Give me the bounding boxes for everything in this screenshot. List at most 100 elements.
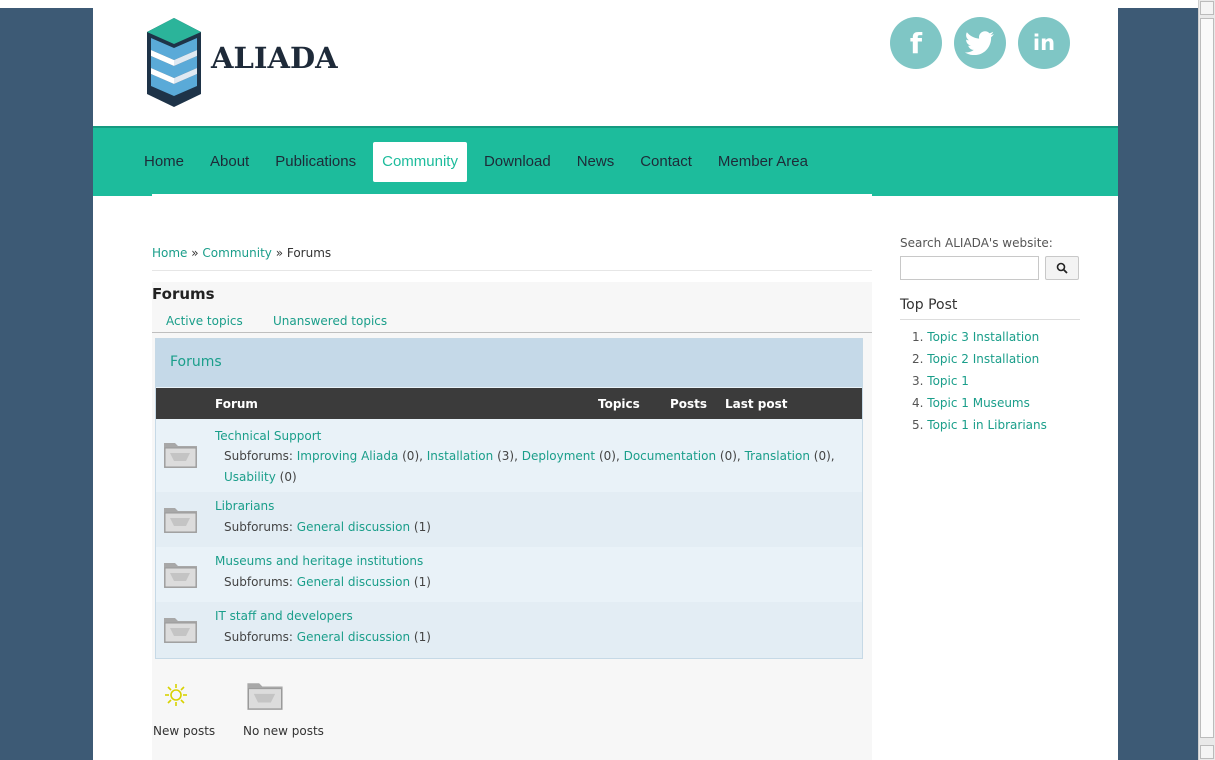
top-post-heading: Top Post xyxy=(900,297,1080,320)
top-post-number: 3. xyxy=(912,374,924,388)
top-post-link[interactable]: Topic 3 Installation xyxy=(927,330,1039,344)
social-links: f in xyxy=(890,17,1070,69)
tab-active-topics[interactable]: Active topics xyxy=(166,314,243,328)
site-name: ALIADA xyxy=(211,41,338,75)
breadcrumb-separator: » xyxy=(187,246,203,260)
top-edge xyxy=(0,0,1215,8)
nav-home[interactable]: Home xyxy=(135,142,193,182)
column-last-post: Last post xyxy=(725,397,788,411)
scroll-thumb[interactable] xyxy=(1200,18,1214,738)
subforums-list: Subforums: General discussion (1) xyxy=(224,572,864,593)
top-post-link[interactable]: Topic 1 Museums xyxy=(927,396,1030,410)
nav-community[interactable]: Community xyxy=(373,142,467,182)
search-form xyxy=(900,256,1080,280)
main-nav: Home About Publications Community Downlo… xyxy=(93,126,1118,196)
subforum-count: (1) xyxy=(413,575,431,589)
column-topics: Topics xyxy=(598,397,640,411)
subforum-count: (1) xyxy=(413,520,431,534)
subforum-link[interactable]: Translation xyxy=(745,449,810,463)
top-post-number: 5. xyxy=(912,418,924,432)
page-title: Forums xyxy=(152,285,215,303)
search-button[interactable] xyxy=(1045,256,1079,280)
scroll-up-arrow[interactable] xyxy=(1200,1,1214,15)
column-posts: Posts xyxy=(670,397,708,411)
top-post-number: 4. xyxy=(912,396,924,410)
breadcrumb-divider xyxy=(152,270,872,271)
top-post-item: 1. Topic 3 Installation xyxy=(912,326,1080,348)
subforum-link[interactable]: General discussion xyxy=(297,520,410,534)
search-label: Search ALIADA's website: xyxy=(900,236,1053,250)
top-post-link[interactable]: Topic 1 xyxy=(927,374,969,388)
forum-title-museums[interactable]: Museums and heritage institutions xyxy=(215,554,423,568)
nav-contact[interactable]: Contact xyxy=(631,142,701,182)
page-container: ALIADA f in Home About Publications Comm… xyxy=(93,8,1118,760)
site-logo[interactable]: ALIADA xyxy=(145,14,338,108)
top-post-item: 3. Topic 1 xyxy=(912,370,1080,392)
subforum-link[interactable]: Improving Aliada xyxy=(297,449,399,463)
nav-publications[interactable]: Publications xyxy=(266,142,365,182)
forum-row: Museums and heritage institutions Subfor… xyxy=(156,547,862,602)
subforums-label: Subforums: xyxy=(224,630,293,644)
no-new-posts-icon xyxy=(247,683,283,710)
sidebar: Search ALIADA's website: Top Post 1. Top… xyxy=(900,236,1080,436)
forum-row: IT staff and developers Subforums: Gener… xyxy=(156,602,862,658)
twitter-icon[interactable] xyxy=(954,17,1006,69)
top-post-list: 1. Topic 3 Installation 2. Topic 2 Insta… xyxy=(900,326,1080,436)
nav-download[interactable]: Download xyxy=(475,142,560,182)
forum-tabs: Active topics Unanswered topics xyxy=(152,314,872,333)
subforum-link[interactable]: General discussion xyxy=(297,630,410,644)
breadcrumb: Home » Community » Forums xyxy=(152,246,331,260)
forum-list-header: Forums xyxy=(156,339,862,387)
folder-icon xyxy=(164,563,197,588)
nav-member-area[interactable]: Member Area xyxy=(709,142,817,182)
subforum-count: (3) xyxy=(497,449,515,463)
top-post-link[interactable]: Topic 2 Installation xyxy=(927,352,1039,366)
twitter-bird-icon xyxy=(965,31,994,55)
forum-row: Technical Support Subforums: Improving A… xyxy=(156,420,862,492)
top-post-link[interactable]: Topic 1 in Librarians xyxy=(927,418,1047,432)
folder-icon xyxy=(164,508,197,533)
new-posts-label: New posts xyxy=(153,724,216,738)
forum-column-headers: Forum Topics Posts Last post xyxy=(156,388,862,419)
top-post-item: 5. Topic 1 in Librarians xyxy=(912,414,1080,436)
breadcrumb-community[interactable]: Community xyxy=(202,246,271,260)
search-input[interactable] xyxy=(900,256,1039,280)
breadcrumb-separator: » xyxy=(271,246,287,260)
folder-icon xyxy=(164,618,197,643)
top-post-item: 2. Topic 2 Installation xyxy=(912,348,1080,370)
subforum-count: (1) xyxy=(413,630,431,644)
forum-title-librarians[interactable]: Librarians xyxy=(215,499,274,513)
subforums-list: Subforums: Improving Aliada (0), Install… xyxy=(224,449,835,484)
top-post-item: 4. Topic 1 Museums xyxy=(912,392,1080,414)
vertical-scrollbar[interactable] xyxy=(1198,0,1215,760)
top-post-number: 2. xyxy=(912,352,924,366)
nav-about[interactable]: About xyxy=(201,142,258,182)
top-post-number: 1. xyxy=(912,330,924,344)
breadcrumb-current: Forums xyxy=(286,246,332,260)
folder-icon xyxy=(164,443,197,468)
subforum-link[interactable]: Installation xyxy=(427,449,493,463)
forum-title-technical-support[interactable]: Technical Support xyxy=(215,429,321,443)
breadcrumb-home[interactable]: Home xyxy=(152,246,187,260)
main-content-top xyxy=(152,194,872,282)
logo-icon xyxy=(147,18,201,107)
tab-unanswered-topics[interactable]: Unanswered topics xyxy=(273,314,387,328)
subforum-link[interactable]: Documentation xyxy=(624,449,717,463)
facebook-icon[interactable]: f xyxy=(890,17,942,69)
subforum-count: (0) xyxy=(719,449,737,463)
forum-list-title[interactable]: Forums xyxy=(170,354,222,370)
subforums-list: Subforums: General discussion (1) xyxy=(224,627,864,648)
nav-news[interactable]: News xyxy=(568,142,624,182)
forum-row: Librarians Subforums: General discussion… xyxy=(156,492,862,547)
forum-list: Forums Forum Topics Posts Last post Tech… xyxy=(155,338,863,659)
linkedin-icon[interactable]: in xyxy=(1018,17,1070,69)
subforum-link[interactable]: Deployment xyxy=(522,449,595,463)
subforum-link[interactable]: General discussion xyxy=(297,575,410,589)
subforum-link[interactable]: Usability xyxy=(224,470,276,484)
forum-title-it-staff[interactable]: IT staff and developers xyxy=(215,609,353,623)
subforum-count: (0) xyxy=(598,449,616,463)
search-icon xyxy=(1056,262,1068,274)
subforum-count: (0) xyxy=(402,449,420,463)
scroll-down-arrow[interactable] xyxy=(1200,745,1214,759)
no-new-posts-label: No new posts xyxy=(243,724,324,738)
